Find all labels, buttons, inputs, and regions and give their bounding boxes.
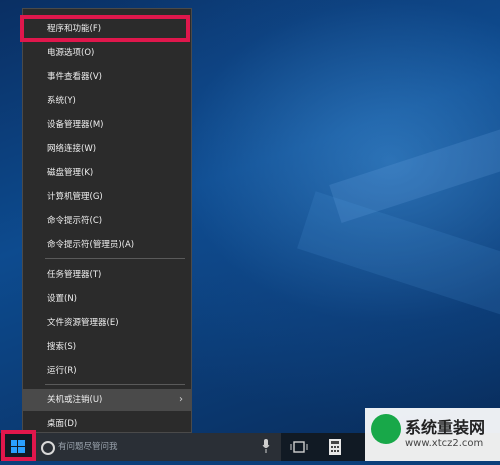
menu-item-event-viewer[interactable]: 事件查看器(V) xyxy=(23,66,191,88)
menu-item-power-options[interactable]: 电源选项(O) xyxy=(23,42,191,64)
menu-item-network-connections[interactable]: 网络连接(W) xyxy=(23,138,191,160)
task-view-icon[interactable] xyxy=(290,439,308,455)
menu-item-computer-management[interactable]: 计算机管理(G) xyxy=(23,186,191,208)
menu-separator xyxy=(45,258,185,259)
menu-item-desktop[interactable]: 桌面(D) xyxy=(23,413,191,435)
menu-item-run[interactable]: 运行(R) xyxy=(23,360,191,382)
highlight-box-start-button xyxy=(1,430,36,461)
watermark-title: 系统重装网 xyxy=(405,418,486,437)
menu-item-command-prompt-admin[interactable]: 命令提示符(管理员)(A) xyxy=(23,234,191,256)
menu-item-search[interactable]: 搜索(S) xyxy=(23,336,191,358)
watermark-logo-icon xyxy=(371,414,401,444)
menu-separator xyxy=(45,384,185,385)
menu-item-task-manager[interactable]: 任务管理器(T) xyxy=(23,264,191,286)
winx-context-menu: 程序和功能(F) 电源选项(O) 事件查看器(V) 系统(Y) 设备管理器(M)… xyxy=(22,8,192,433)
menu-item-shutdown-signout[interactable]: 关机或注销(U) › xyxy=(23,389,191,411)
calculator-icon[interactable] xyxy=(328,439,342,455)
microphone-icon[interactable] xyxy=(262,439,270,453)
wallpaper-light-beam xyxy=(297,191,500,329)
menu-item-command-prompt[interactable]: 命令提示符(C) xyxy=(23,210,191,232)
menu-item-system[interactable]: 系统(Y) xyxy=(23,90,191,112)
watermark-url: www.xtcz2.com xyxy=(405,438,484,449)
menu-item-device-manager[interactable]: 设备管理器(M) xyxy=(23,114,191,136)
highlight-box-programs-features xyxy=(20,15,190,42)
menu-item-disk-management[interactable]: 磁盘管理(K) xyxy=(23,162,191,184)
menu-item-settings[interactable]: 设置(N) xyxy=(23,288,191,310)
menu-item-file-explorer[interactable]: 文件资源管理器(E) xyxy=(23,312,191,334)
chevron-right-icon: › xyxy=(179,394,183,405)
search-placeholder: 有问题尽管问我 xyxy=(58,442,118,452)
site-watermark: 系统重装网 www.xtcz2.com xyxy=(365,408,500,461)
search-box[interactable]: 有问题尽管问我 xyxy=(36,433,281,461)
cortana-icon xyxy=(41,441,55,455)
